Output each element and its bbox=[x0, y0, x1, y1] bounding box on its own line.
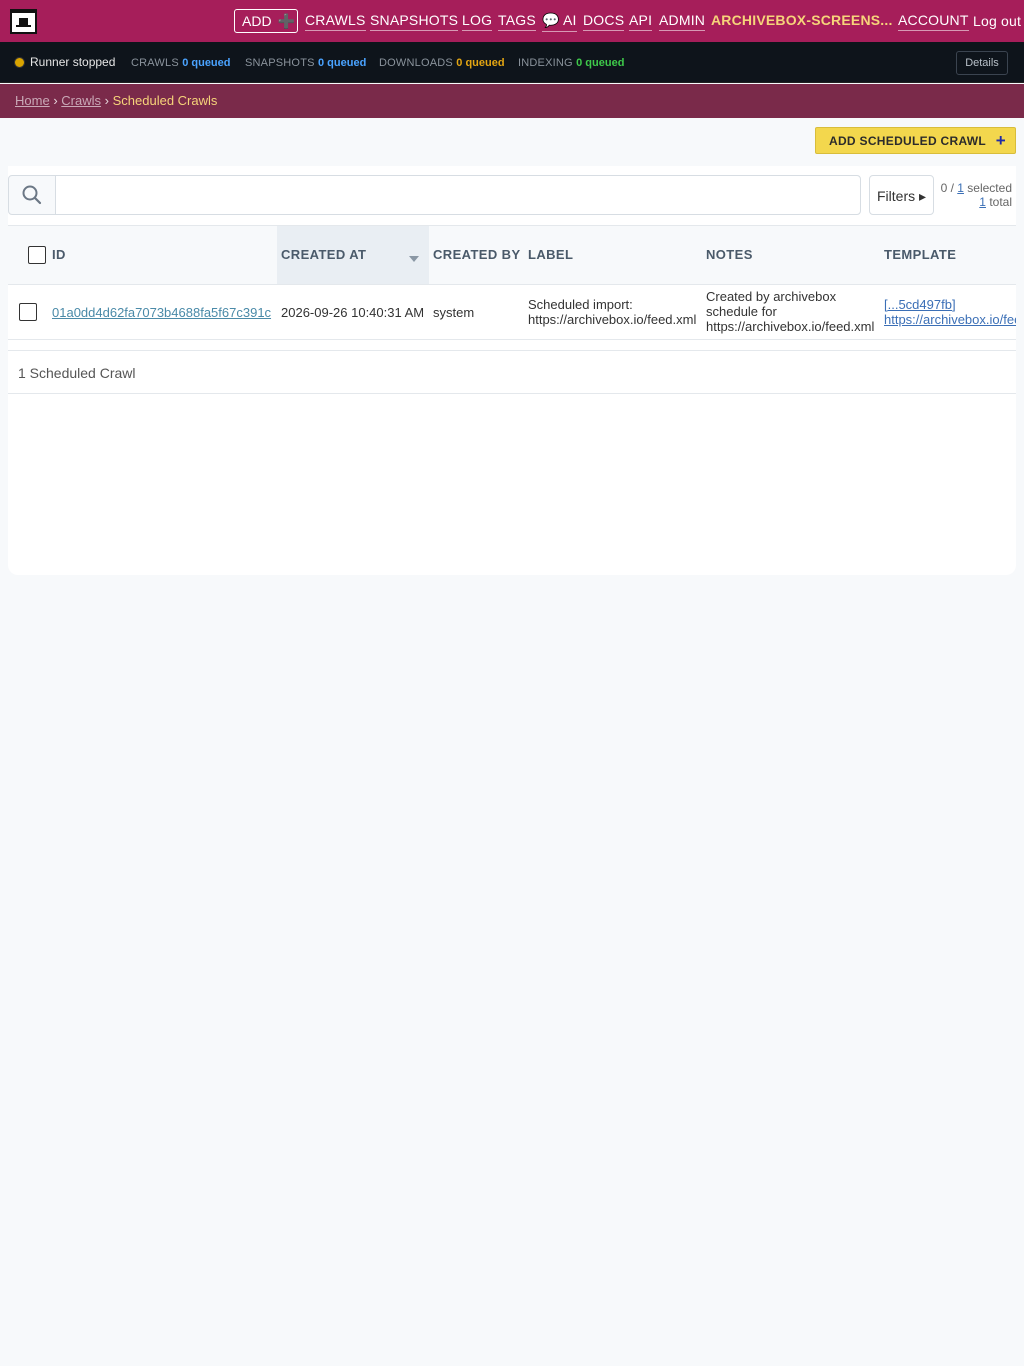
snapshots-status-value: 0 queued bbox=[318, 57, 367, 69]
nav-tags[interactable]: TAGS bbox=[498, 12, 536, 31]
row-label: Scheduled import: https://archivebox.io/… bbox=[528, 297, 696, 327]
top-header: ADD ➕ CRAWLS SNAPSHOTS LOG TAGS 💬 AI DOC… bbox=[0, 0, 1024, 42]
details-button[interactable]: Details bbox=[956, 51, 1008, 75]
add-button[interactable]: ADD ➕ bbox=[234, 9, 298, 33]
result-count: 1 Scheduled Crawl bbox=[8, 350, 1016, 394]
downloads-status: DOWNLOADS 0 queued bbox=[379, 55, 505, 69]
column-header-notes[interactable]: NOTES bbox=[706, 226, 753, 284]
row-created-at: 2026-09-26 10:40:31 AM bbox=[281, 305, 425, 320]
logout-link[interactable]: Log out bbox=[973, 13, 1021, 31]
main-nav: ADD ➕ CRAWLS SNAPSHOTS LOG TAGS 💬 AI DOC… bbox=[0, 0, 1024, 42]
nav-admin[interactable]: ADMIN bbox=[659, 12, 706, 31]
plus-icon: + bbox=[995, 131, 1006, 150]
breadcrumb-home[interactable]: Home bbox=[15, 93, 50, 108]
nav-crawls[interactable]: CRAWLS bbox=[305, 12, 366, 31]
row-created-by: system bbox=[433, 305, 475, 320]
select-all-checkbox[interactable] bbox=[28, 246, 46, 264]
breadcrumb: Home › Crawls › Scheduled Crawls bbox=[0, 84, 1024, 118]
select-all-link[interactable]: 1 bbox=[957, 181, 964, 195]
status-bar: Runner stopped CRAWLS 0 queued SNAPSHOTS… bbox=[0, 42, 1024, 83]
row-label-line: Scheduled import: bbox=[528, 297, 633, 312]
table-header: ID CREATED AT CREATED BY LABEL NOTES TEM… bbox=[8, 225, 1016, 285]
indexing-status-value: 0 queued bbox=[576, 57, 625, 69]
column-header-id[interactable]: ID bbox=[52, 226, 277, 284]
crawls-status: CRAWLS 0 queued bbox=[131, 55, 231, 69]
add-button-label: ADD bbox=[242, 13, 272, 29]
downloads-status-label: DOWNLOADS bbox=[379, 57, 453, 69]
row-id-link[interactable]: 01a0dd4d62fa7073b4688fa5f67c391c bbox=[52, 305, 271, 320]
nav-docs[interactable]: DOCS bbox=[583, 12, 625, 31]
column-header-created-by[interactable]: CREATED BY bbox=[433, 226, 521, 284]
crawls-status-label: CRAWLS bbox=[131, 57, 179, 69]
crawls-status-value: 0 queued bbox=[182, 57, 231, 69]
snapshots-status: SNAPSHOTS 0 queued bbox=[245, 55, 366, 69]
nav-account[interactable]: ACCOUNT bbox=[898, 12, 969, 31]
plus-icon: ➕ bbox=[277, 13, 295, 29]
nav-log[interactable]: LOG bbox=[462, 12, 493, 31]
table-row: 01a0dd4d62fa7073b4688fa5f67c391c 2026-09… bbox=[8, 285, 1016, 340]
row-notes-line: https://archivebox.io/feed.xml bbox=[706, 319, 875, 334]
row-template-url-link[interactable]: https://archivebox.io/feed.xml bbox=[884, 312, 1016, 327]
search-icon[interactable] bbox=[9, 176, 56, 214]
selection-counter: 0 / 1 selected 1 total bbox=[940, 181, 1012, 209]
runner-status: Runner stopped bbox=[30, 55, 116, 69]
downloads-status-value: 0 queued bbox=[456, 57, 505, 69]
row-label-line: https://archivebox.io/feed.xml bbox=[528, 312, 697, 327]
snapshots-status-label: SNAPSHOTS bbox=[245, 57, 315, 69]
row-notes: Created by archivebox schedule for https… bbox=[706, 289, 874, 334]
column-header-created-at-label: CREATED AT bbox=[281, 247, 367, 262]
breadcrumb-current: Scheduled Crawls bbox=[112, 93, 218, 108]
nav-snapshots[interactable]: SNAPSHOTS bbox=[370, 12, 459, 31]
search-bar bbox=[8, 175, 861, 215]
site-name-link[interactable]: ARCHIVEBOX-SCREENS... bbox=[711, 12, 893, 30]
column-header-template[interactable]: TEMPLATE bbox=[884, 226, 956, 284]
column-header-created-at[interactable]: CREATED AT bbox=[277, 226, 429, 284]
changelist-panel: Filters ▸ 0 / 1 selected 1 total ID CREA… bbox=[8, 166, 1016, 575]
breadcrumb-separator: › bbox=[53, 93, 58, 108]
selected-count: 0 bbox=[940, 181, 948, 195]
nav-api[interactable]: API bbox=[629, 12, 653, 31]
add-scheduled-crawl-button[interactable]: ADD SCHEDULED CRAWL + bbox=[815, 127, 1016, 154]
row-template-id-link[interactable]: [...5cd497fb] bbox=[884, 297, 956, 312]
indexing-status: INDEXING 0 queued bbox=[518, 55, 624, 69]
row-notes-line: schedule for bbox=[706, 304, 777, 319]
nav-ai[interactable]: 💬 AI bbox=[542, 12, 577, 32]
selected-word: selected bbox=[967, 181, 1012, 195]
row-template: [...5cd497fb] https://archivebox.io/feed… bbox=[884, 297, 1016, 327]
search-input[interactable] bbox=[56, 176, 860, 214]
total-count-link[interactable]: 1 bbox=[979, 195, 986, 209]
breadcrumb-crawls[interactable]: Crawls bbox=[61, 93, 101, 108]
total-word: total bbox=[989, 195, 1012, 209]
breadcrumb-separator: › bbox=[104, 93, 109, 108]
sort-descending-icon[interactable] bbox=[409, 256, 419, 262]
filters-button[interactable]: Filters ▸ bbox=[869, 175, 934, 215]
runner-status-dot-icon bbox=[15, 58, 24, 67]
add-scheduled-crawl-label: ADD SCHEDULED CRAWL bbox=[829, 134, 987, 148]
column-header-label[interactable]: LABEL bbox=[528, 226, 573, 284]
indexing-status-label: INDEXING bbox=[518, 57, 573, 69]
row-select-checkbox[interactable] bbox=[19, 303, 37, 321]
row-notes-line: Created by archivebox bbox=[706, 289, 837, 304]
